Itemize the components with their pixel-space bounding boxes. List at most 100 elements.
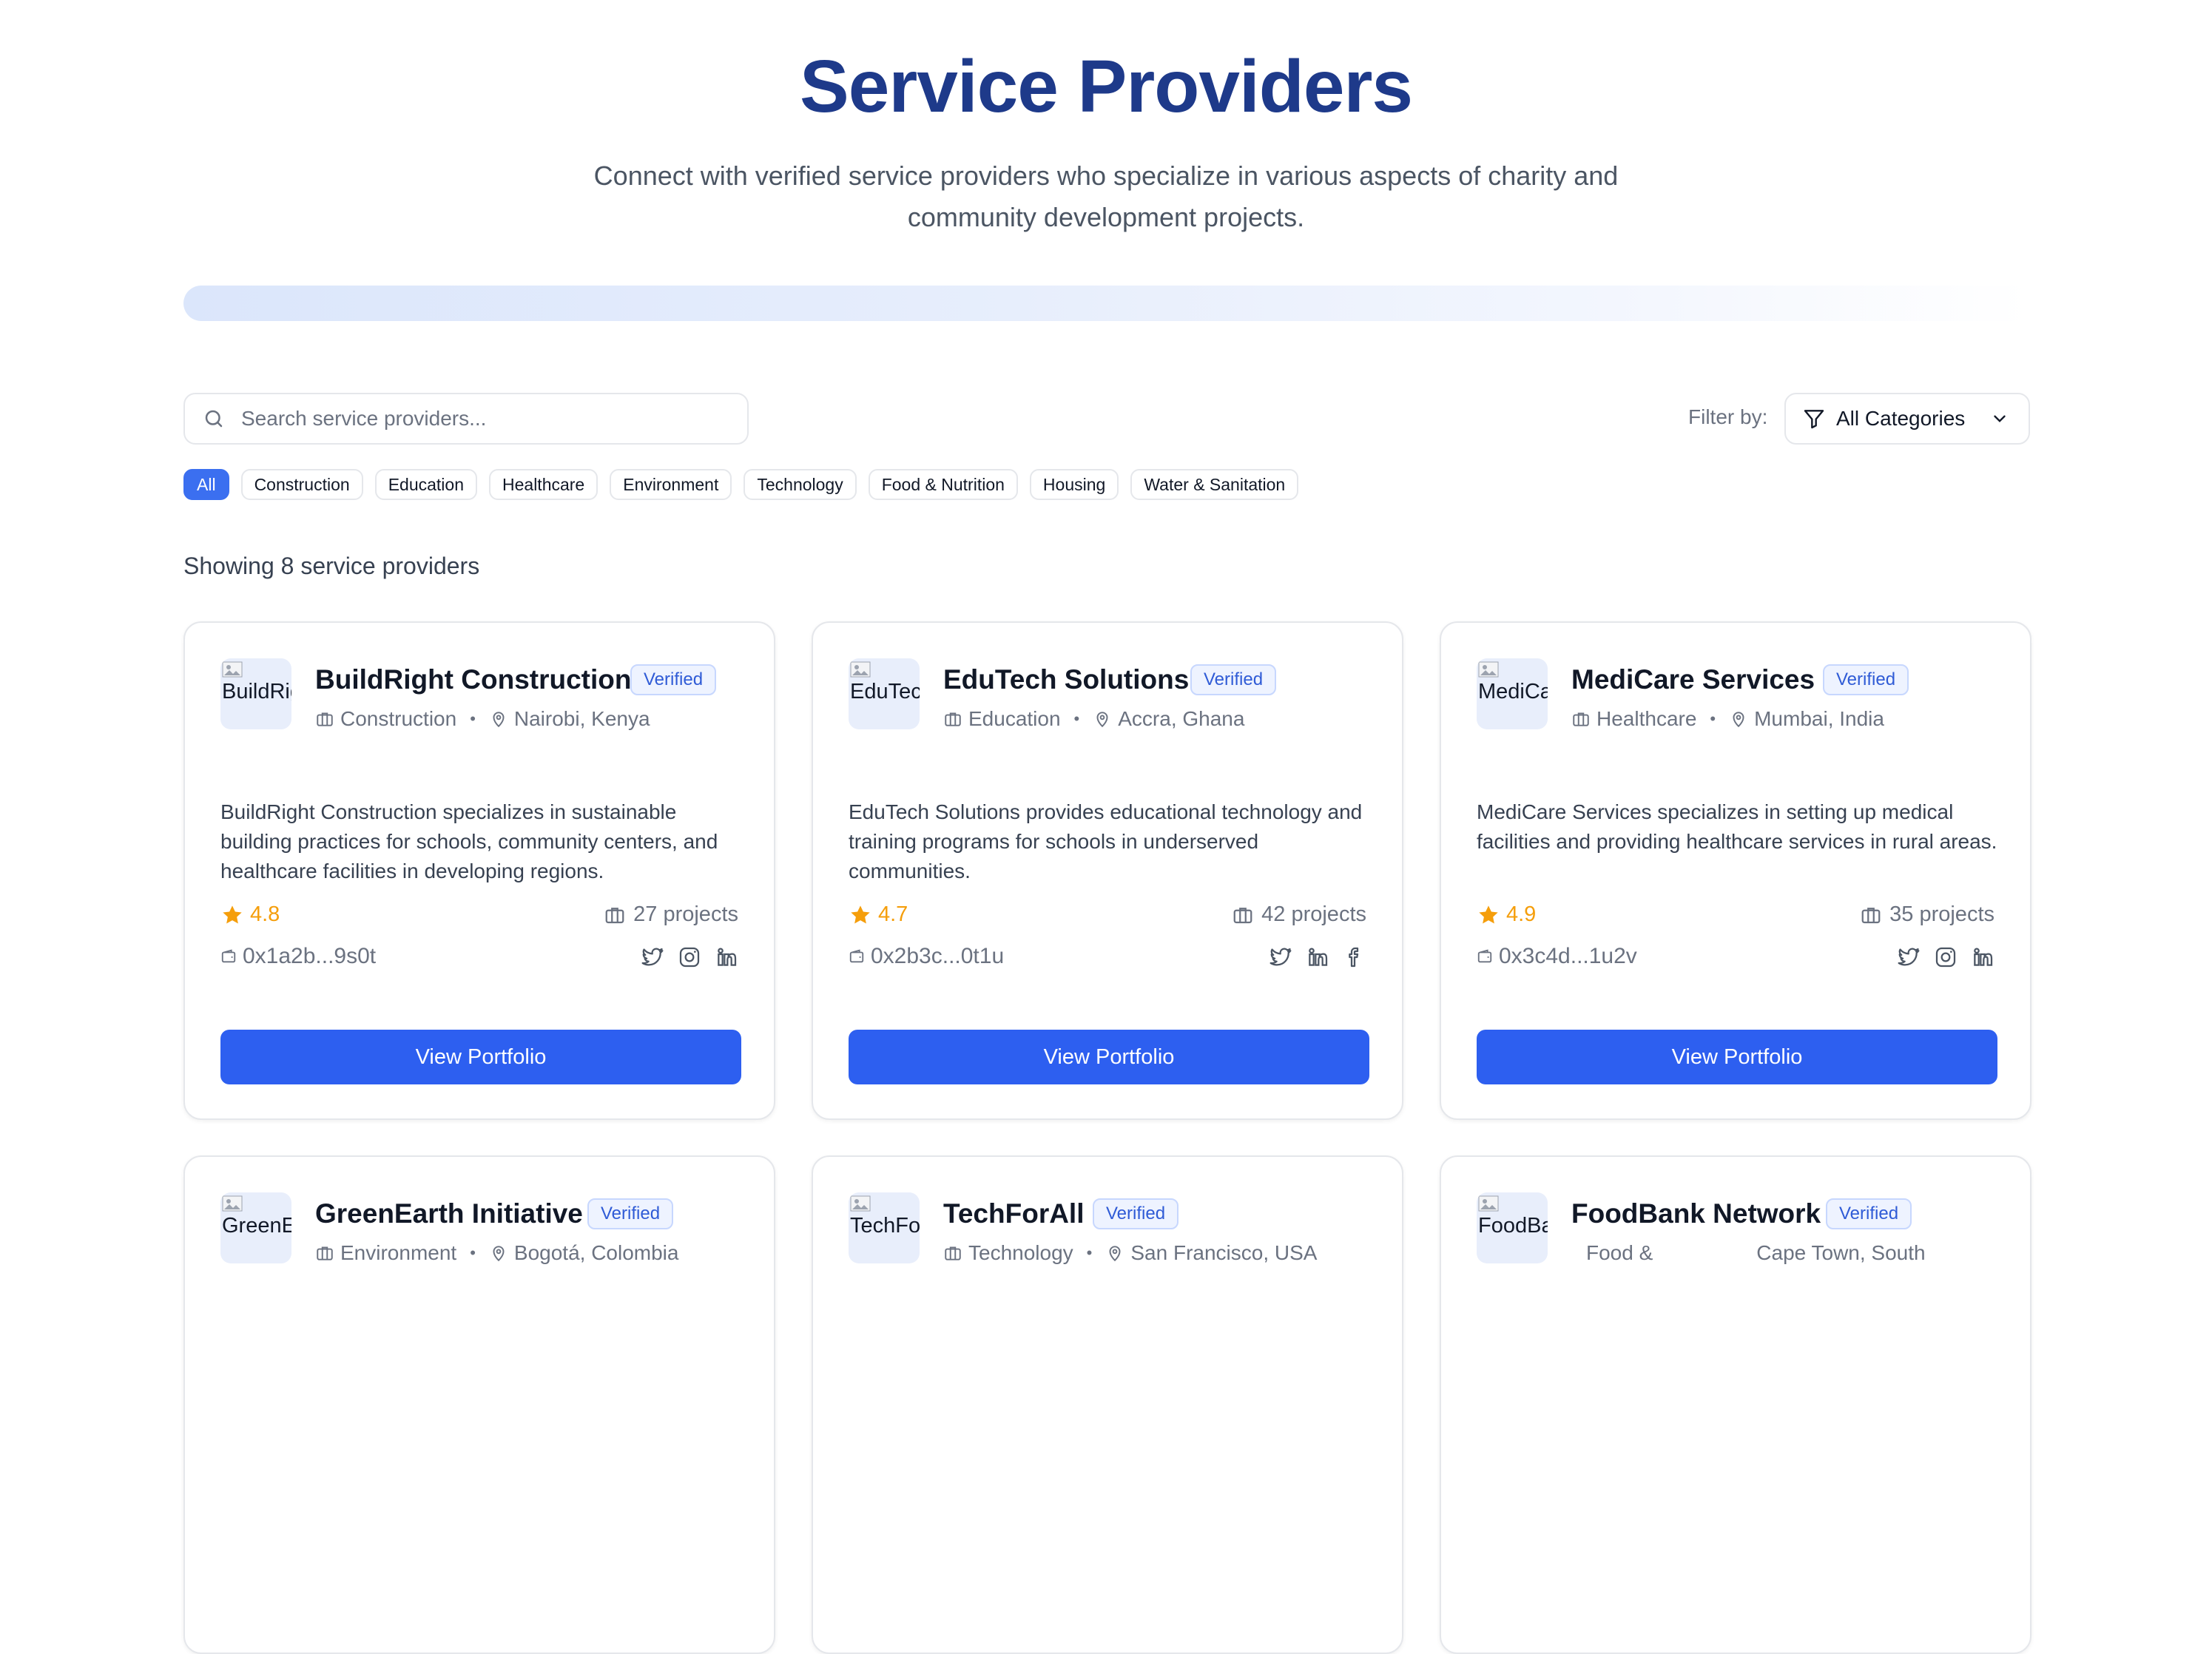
instagram-icon[interactable] (678, 945, 701, 969)
wallet-address: 0x3c4d...1u2v (1499, 944, 1637, 968)
provider-rating: 4.9 (1477, 902, 1536, 927)
provider-meta: Environment • Bogotá, Colombia (315, 1241, 678, 1265)
chip-healthcare[interactable]: Healthcare (489, 469, 598, 500)
logo-alt-text: BuildRight Construction (222, 680, 291, 703)
provider-meta: Food & Cape Town, South (1586, 1241, 1926, 1265)
provider-location: Mumbai, India (1754, 707, 1884, 730)
chip-food-nutrition[interactable]: Food & Nutrition (868, 469, 1018, 500)
provider-card: TechForAll TechForAll Verified Technolog… (812, 1155, 1403, 1654)
twitter-icon[interactable] (641, 945, 664, 969)
rating-value: 4.7 (878, 902, 908, 926)
logo-alt-text: FoodBank Network (1478, 1214, 1548, 1238)
provider-name[interactable]: EduTech Solutions (943, 664, 1189, 695)
provider-location: Nairobi, Kenya (513, 707, 650, 730)
twitter-icon[interactable] (1897, 945, 1921, 969)
chip-housing[interactable]: Housing (1029, 469, 1119, 500)
twitter-icon[interactable] (1269, 945, 1292, 969)
provider-category: Technology (968, 1241, 1073, 1264)
logo-alt-text: MediCare Services (1478, 680, 1548, 703)
category-chips: All Construction Education Healthcare En… (183, 469, 1299, 500)
search-box[interactable] (183, 393, 749, 445)
page-subtitle: Connect with verified service providers … (593, 161, 1619, 232)
filter-label: Filter by: (1688, 405, 1768, 428)
chip-all[interactable]: All (183, 469, 229, 500)
verified-badge: Verified (1823, 664, 1909, 695)
provider-name[interactable]: GreenEarth Initiative (315, 1198, 583, 1229)
provider-meta: Healthcare • Mumbai, India (1571, 707, 1884, 731)
provider-card: EduTech Solutions EduTech Solutions Veri… (812, 621, 1403, 1120)
map-pin-icon (493, 712, 505, 728)
projects-count: 42 projects (1261, 902, 1366, 926)
broken-image-icon (1478, 1195, 1499, 1212)
provider-category: Education (968, 707, 1061, 730)
verified-badge: Verified (630, 664, 717, 695)
provider-category: Construction (340, 707, 457, 730)
instagram-icon[interactable] (1934, 945, 1958, 969)
chip-construction[interactable]: Construction (240, 469, 363, 500)
chevron-down-icon (1994, 415, 2006, 422)
chip-water-sanitation[interactable]: Water & Sanitation (1130, 469, 1299, 500)
verified-badge: Verified (1826, 1198, 1912, 1229)
facebook-icon[interactable] (1343, 945, 1366, 969)
meta-separator: • (1086, 1243, 1093, 1262)
provider-location: Accra, Ghana (1118, 707, 1245, 730)
linkedin-icon[interactable] (1971, 945, 1994, 969)
meta-separator: • (470, 1243, 476, 1262)
provider-logo: FoodBank Network (1477, 1192, 1548, 1263)
view-portfolio-button[interactable]: View Portfolio (220, 1030, 741, 1084)
category-filter-select[interactable]: All Categories (1784, 393, 2030, 445)
linkedin-icon[interactable] (1306, 945, 1329, 969)
provider-logo: MediCare Services (1477, 658, 1548, 729)
provider-card: BuildRight Construction BuildRight Const… (183, 621, 775, 1120)
briefcase-icon (1573, 712, 1589, 726)
briefcase-icon (317, 712, 333, 726)
broken-image-icon (1478, 661, 1499, 678)
search-input[interactable] (240, 406, 716, 431)
wallet-icon (221, 949, 236, 963)
wallet-icon (1477, 949, 1492, 963)
provider-logo: BuildRight Construction (220, 658, 291, 729)
wallet-icon (849, 949, 864, 963)
chip-education[interactable]: Education (374, 469, 477, 500)
provider-logo: GreenEarth Initiative (220, 1192, 291, 1263)
social-links (641, 945, 738, 969)
wallet-address: 0x2b3c...0t1u (871, 944, 1005, 968)
map-pin-icon (1733, 712, 1744, 728)
broken-image-icon (850, 1195, 871, 1212)
chip-technology[interactable]: Technology (743, 469, 857, 500)
broken-image-icon (850, 661, 871, 678)
map-pin-icon (1096, 712, 1108, 728)
provider-name[interactable]: BuildRight Construction (315, 664, 632, 695)
briefcase-icon (1861, 907, 1881, 923)
rating-value: 4.9 (1506, 902, 1537, 926)
verified-badge: Verified (587, 1198, 674, 1229)
page-title: Service Providers (800, 45, 1413, 128)
briefcase-icon (317, 1246, 333, 1260)
verified-badge: Verified (1093, 1198, 1179, 1229)
briefcase-icon (945, 712, 961, 726)
search-icon (205, 410, 223, 428)
social-links (1269, 945, 1366, 969)
provider-meta: Construction • Nairobi, Kenya (315, 707, 650, 731)
view-portfolio-button[interactable]: View Portfolio (849, 1030, 1369, 1084)
meta-separator: • (1073, 709, 1080, 728)
provider-name[interactable]: TechForAll (943, 1198, 1085, 1229)
provider-name[interactable]: FoodBank Network (1571, 1198, 1821, 1229)
hero-decorative-bar (183, 286, 2030, 321)
briefcase-icon (605, 907, 624, 923)
broken-image-icon (222, 1195, 243, 1212)
meta-separator: • (470, 709, 476, 728)
briefcase-icon (1233, 907, 1252, 923)
provider-rating: 4.8 (220, 902, 280, 927)
provider-wallet: 0x1a2b...9s0t (220, 944, 376, 969)
provider-wallet: 0x3c4d...1u2v (1477, 944, 1637, 969)
linkedin-icon[interactable] (715, 945, 738, 969)
projects-count: 27 projects (633, 902, 738, 926)
provider-name[interactable]: MediCare Services (1571, 664, 1815, 695)
view-portfolio-button[interactable]: View Portfolio (1477, 1030, 1997, 1084)
provider-meta: Technology • San Francisco, USA (943, 1241, 1317, 1265)
provider-projects: 27 projects (604, 902, 738, 927)
provider-card: MediCare Services MediCare Services Veri… (1440, 621, 2031, 1120)
chip-environment[interactable]: Environment (610, 469, 732, 500)
provider-logo: EduTech Solutions (849, 658, 920, 729)
